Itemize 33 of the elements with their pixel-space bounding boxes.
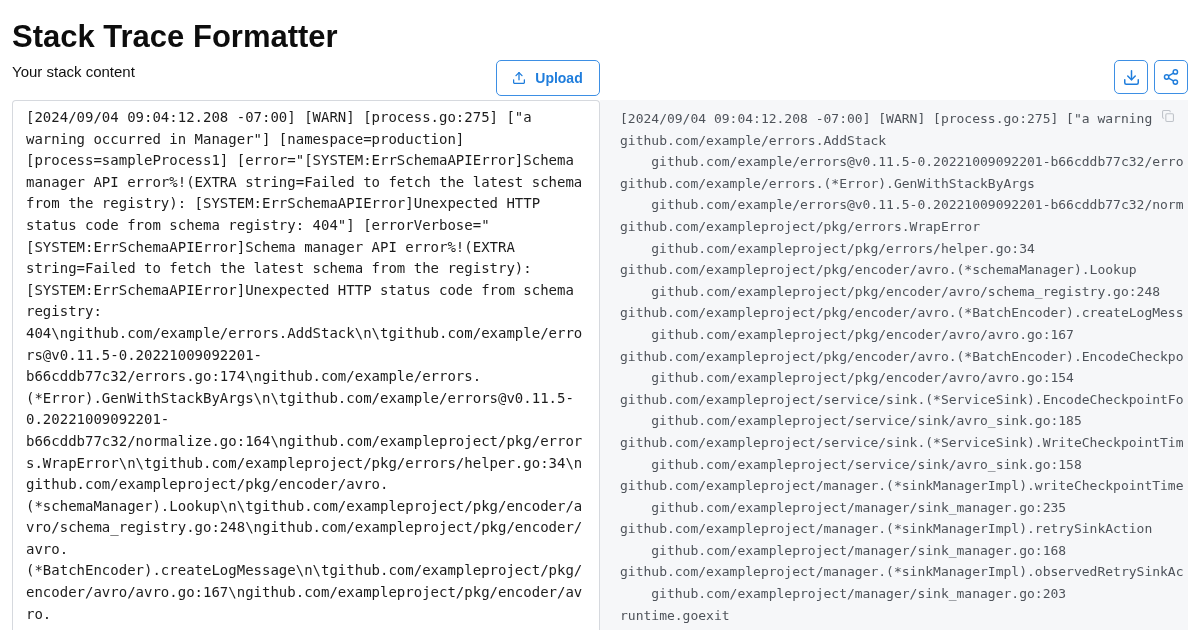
page-title: Stack Trace Formatter <box>12 18 338 56</box>
stack-frame-location: github.com/exampleproject/pkg/encoder/avro/schema_registry.go:248 <box>651 282 1161 301</box>
stack-frame-location: github.com/example/errors@v0.11.5-0.20221009092201-b66cddb77c32/norm <box>651 196 1184 215</box>
download-icon <box>1123 69 1139 85</box>
stack-frame-location: github.com/exampleproject/pkg/encoder/avro/avro.go:167 <box>651 325 1074 344</box>
stack-frame-function: github.com/exampleproject/manager.(*sinkManagerImpl).retrySinkAction <box>620 520 1153 539</box>
stack-frame-location: github.com/exampleproject/manager/sink_manager.go:203 <box>651 585 1067 604</box>
stack-frame-function: github.com/exampleproject/manager.(*sinkManagerImpl).writeCheckpointTime <box>620 477 1184 496</box>
stack-frame-function: github.com/exampleproject/manager.(*sinkManagerImpl).observedRetrySinkAc <box>620 563 1184 582</box>
stack-frame-location: github.com/exampleproject/pkg/encoder/avro/avro.go:154 <box>651 369 1074 388</box>
upload-icon <box>513 72 526 84</box>
log-message-line: [2024/09/04 09:04:12.208 -07:00] [WARN] [process.go:275] ["a warning <box>620 110 1153 128</box>
stack-frame-function: github.com/exampleproject/pkg/encoder/avro.(*schemaManager).Lookup <box>620 261 1137 280</box>
stack-frame-function: github.com/example/errors.AddStack <box>620 131 887 150</box>
stack-frame-location: github.com/exampleproject/manager/sink_manager.go:235 <box>651 498 1067 517</box>
stack-frame-function: github.com/exampleproject/pkg/encoder/avro.(*BatchEncoder).EncodeCheckpo <box>620 347 1184 366</box>
upload-button[interactable]: Upload <box>496 60 600 96</box>
share-button[interactable] <box>1154 60 1188 94</box>
stack-input-field[interactable]: [2024/09/04 09:04:12.208 -07:00] [WARN] [process.go:275] ["a warning occurred in Manager"] [namespace=production] [process=sampleProcess1] [error="[SYSTEM:ErrSchemaAPIError]Schema manager API error%!(EXTRA string=Failed to fetch the latest schema from the registry): [SYSTEM:ErrSchemaAPIError]Unexpected HTTP status code from schema registry: 404"] [errorVerbose="[SYSTEM:ErrSchemaAPIError]Schema manager API error%!(EXTRA string=Failed to fetch the latest schema from the registry): [SYSTEM:ErrSchemaAPIError]Unexpected HTTP status code from schema registry: 404\ngithub.com/example/errors.AddStack\n\tgithub.com/example/errors@v0.11.5-0.20221009092201-b66cddb77c32/errors.go:174\ngithub.com/example/errors.(*Error).GenWithStackByArgs\n\tgithub.com/example/errors@v0.11.5-0.20221009092201-b66cddb77c32/normalize.go:164\ngithub.com/exampleproject/pkg/errors.WrapError\n\tgithub.com/exampleproject/pkg/errors/helper.go:34\ngithub.com/exampleproject/pkg/encoder/avro.(*schemaManager).Lookup\n\tgithub.com/exampleproject/pkg/encoder/avro/schema_registry.go:248\ngithub.com/exampleproject/pkg/encoder/avro.(*BatchEncoder).createLogMessage\n\tgithub.com/exampleproject/pkg/encoder/avro/avro.go:167\ngithub.com/exampleproject/pkg/encoder/avro. <box>12 100 600 630</box>
input-label: Your stack content <box>12 63 135 81</box>
download-button[interactable] <box>1114 60 1148 94</box>
stack-frame-function: github.com/example/errors.(*Error).GenWithStackByArgs <box>620 174 1035 193</box>
stack-frame-location: github.com/exampleproject/manager/sink_manager.go:168 <box>651 541 1067 560</box>
stack-frame-location: github.com/exampleproject/service/sink/avro_sink.go:158 <box>651 455 1082 474</box>
share-icon <box>1163 69 1179 85</box>
stack-frame-function: runtime.goexit <box>620 606 730 625</box>
stack-frame-function: github.com/exampleproject/service/sink.(*ServiceSink).EncodeCheckpointFo <box>620 390 1184 409</box>
stack-frame-function: github.com/exampleproject/pkg/encoder/avro.(*BatchEncoder).createLogMess <box>620 304 1184 323</box>
stack-frame-function: github.com/exampleproject/service/sink.(*ServiceSink).WriteCheckpointTim <box>620 433 1184 452</box>
stack-frame-location: github.com/example/errors@v0.11.5-0.20221009092201-b66cddb77c32/erro <box>651 153 1184 172</box>
stack-frame-location: github.com/exampleproject/pkg/errors/helper.go:34 <box>651 239 1035 258</box>
stack-frame-location: github.com/exampleproject/service/sink/avro_sink.go:185 <box>651 412 1082 431</box>
stack-frame-function: github.com/exampleproject/pkg/errors.WrapError <box>620 217 981 236</box>
